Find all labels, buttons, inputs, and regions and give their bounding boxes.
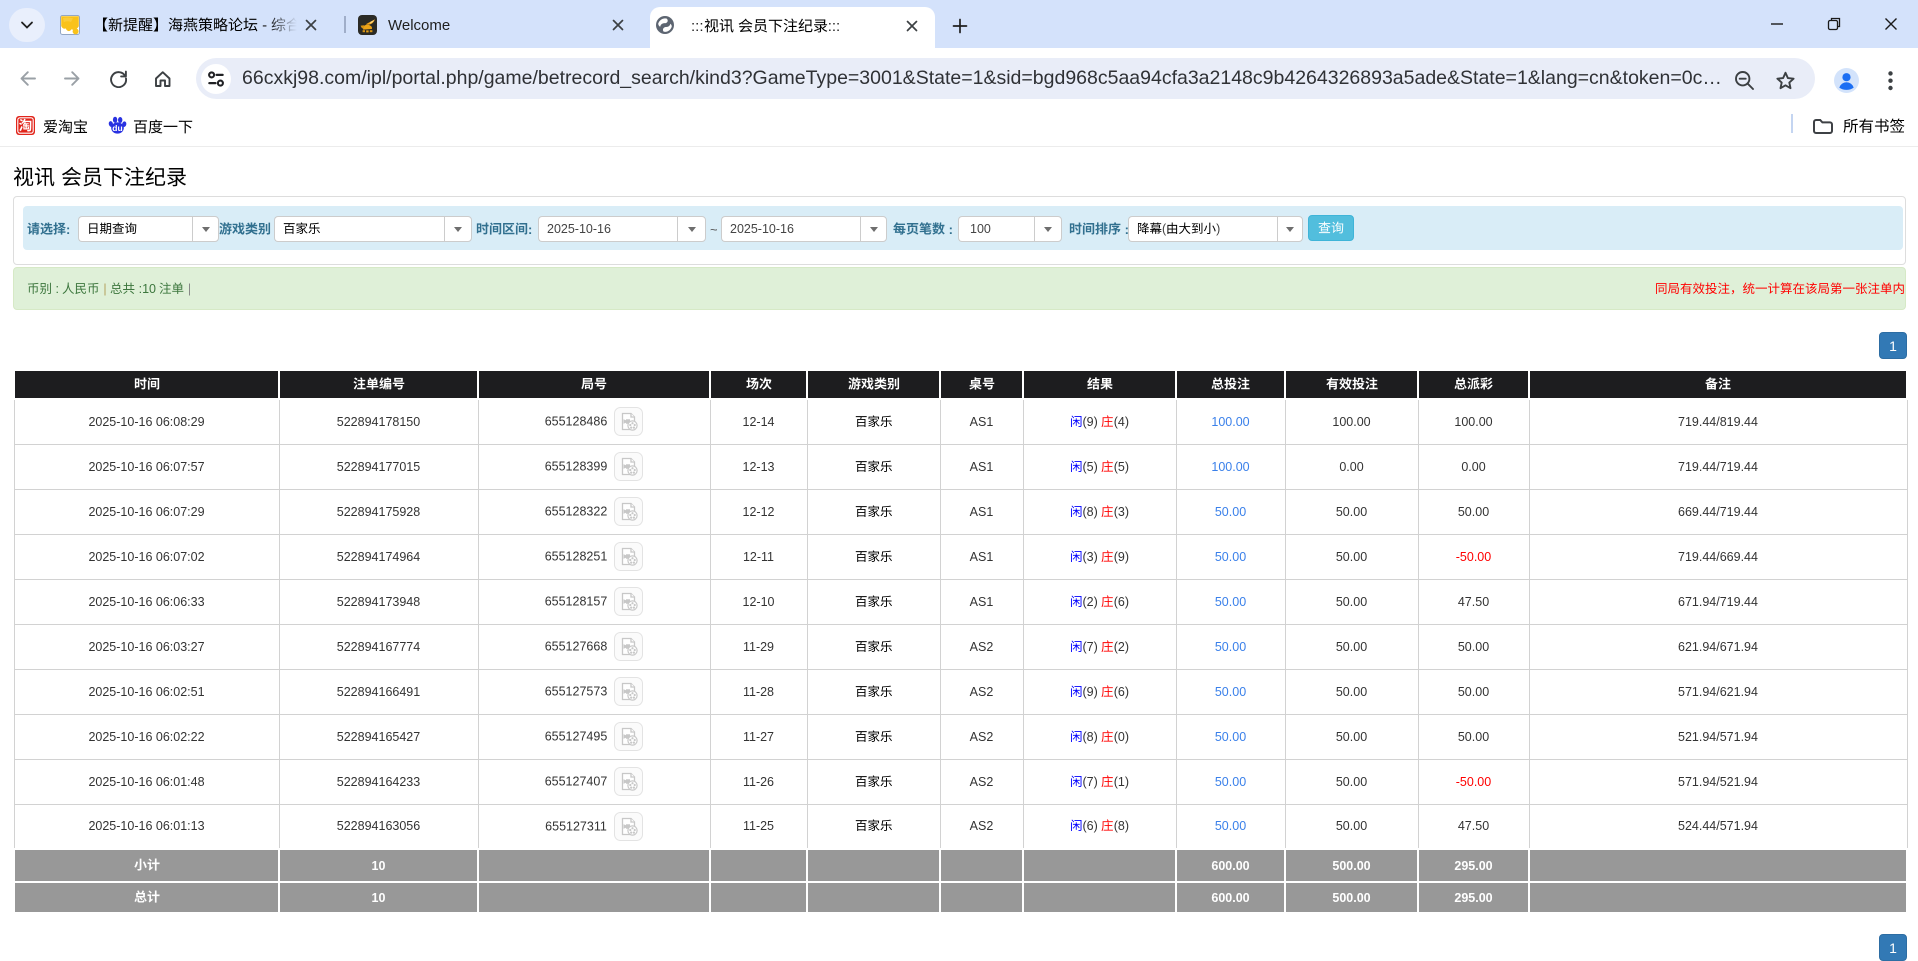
- svg-text:du: du: [112, 123, 122, 133]
